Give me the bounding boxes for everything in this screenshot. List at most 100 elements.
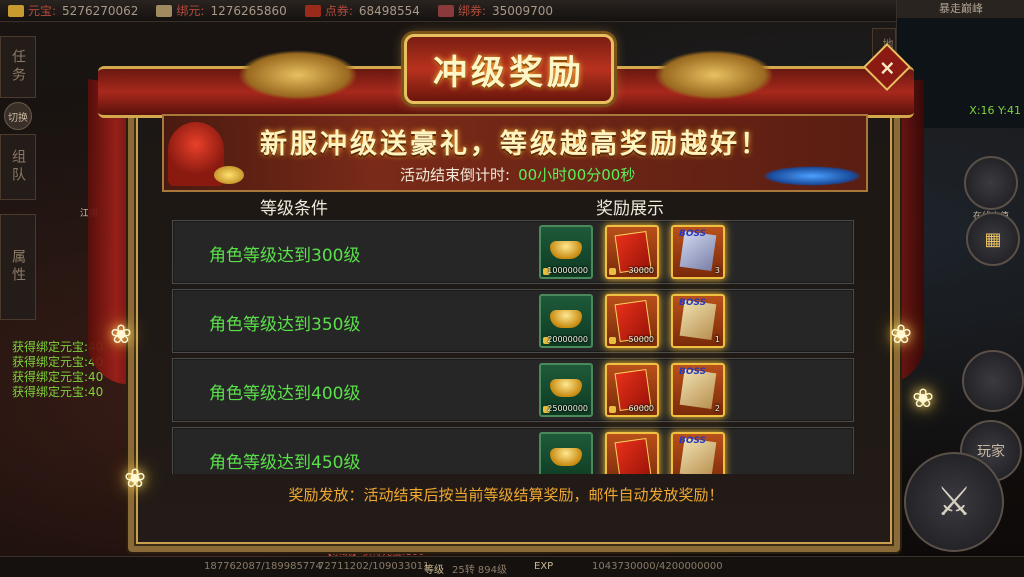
- boss-label: BOSS: [679, 436, 707, 446]
- close-icon: ×: [878, 54, 896, 79]
- hp-value: 187762087/189985774: [204, 561, 322, 572]
- recharge-button[interactable]: 在线充值: [964, 156, 1018, 222]
- gold-ingot-icon: [550, 241, 582, 259]
- lotus-lamp-icon: ❀: [912, 384, 934, 414]
- lotus-lamp-icon: ❀: [110, 320, 132, 350]
- boss-label: BOSS: [679, 229, 707, 239]
- gold-ingot-icon: [550, 379, 582, 397]
- reward-item-gold[interactable]: 10000000: [539, 225, 593, 279]
- points-label: 点券:: [324, 4, 353, 18]
- minimap-coord: X:16 Y:41: [969, 104, 1021, 117]
- gems-icon: [762, 166, 862, 186]
- reward-item-boss[interactable]: BOSS 1: [671, 294, 725, 348]
- reward-items: 10000000 30000 BOSS 3: [539, 225, 725, 279]
- switch-button[interactable]: 切换: [4, 102, 32, 130]
- bang-quan-value: 35009700: [491, 3, 554, 18]
- reward-list[interactable]: 角色等级达到300级 10000000 30000 BOSS 3 角色等级达到35…: [172, 220, 854, 474]
- gold-ingot-icon: [8, 4, 24, 17]
- lotus-lamp-icon: ❀: [890, 320, 912, 350]
- level-value: 25转 894级: [452, 565, 507, 576]
- bound-lock-icon: [609, 337, 616, 344]
- points-value: 68498554: [358, 3, 420, 18]
- reward-item-book[interactable]: 60000: [605, 363, 659, 417]
- bound-lock-icon: [609, 406, 616, 413]
- tab-team[interactable]: 组队: [0, 134, 36, 200]
- column-header-condition: 等级条件: [260, 199, 328, 219]
- level-condition: 角色等级达到400级: [209, 384, 361, 404]
- item-quantity: 30000: [628, 266, 654, 275]
- level-condition: 角色等级达到300级: [209, 246, 361, 266]
- mp-value: 72711202/109033011: [318, 561, 430, 572]
- currency-bar: 元宝: 5276270062 绑元: 1276265860 点券: 684985…: [0, 0, 1024, 22]
- distribution-note: 奖励发放：活动结束后按当前等级结算奖励，邮件自动发放奖励！: [288, 486, 724, 504]
- event-banner: 新服冲级送豪礼，等级越高奖励越好！ 活动结束倒计时: 00小时00分00秒: [162, 114, 868, 192]
- exp-label: EXP: [534, 561, 554, 572]
- reward-item-gold[interactable]: 25000000: [539, 363, 593, 417]
- reward-item-book[interactable]: [605, 432, 659, 474]
- reward-item-book[interactable]: 30000: [605, 225, 659, 279]
- reward-items: 25000000 60000 BOSS 2: [539, 363, 725, 417]
- gold-ingot-icon: [550, 448, 582, 466]
- yuanbao-value: 5276270062: [62, 3, 139, 18]
- sword-icon: ⚔: [936, 479, 972, 525]
- level-condition: 角色等级达到450级: [209, 453, 361, 473]
- yuanbao-currency: 元宝: 5276270062: [8, 2, 138, 19]
- skill-button[interactable]: [962, 350, 1024, 412]
- exp-value: 1043730000/4200000000: [592, 561, 723, 572]
- minimap-title: 暴走巅峰: [897, 0, 1024, 18]
- item-quantity: 3: [714, 266, 720, 275]
- dragon-ornament-left: [238, 50, 358, 100]
- reward-item-book[interactable]: 50000: [605, 294, 659, 348]
- tab-attributes[interactable]: 属性: [0, 214, 36, 320]
- bang-yuan-value: 1276265860: [210, 3, 287, 18]
- reward-row: 角色等级达到300级 10000000 30000 BOSS 3: [172, 220, 854, 284]
- item-quantity: 50000: [628, 335, 654, 344]
- item-quantity: 10000000: [547, 266, 588, 275]
- reward-item-boss[interactable]: BOSS 3: [671, 225, 725, 279]
- yuanbao-label: 元宝:: [28, 4, 57, 18]
- reward-item-boss[interactable]: BOSS: [671, 432, 725, 474]
- bang-yuan-currency: 绑元: 1276265860: [156, 2, 287, 19]
- reward-item-gold[interactable]: 20000000: [539, 294, 593, 348]
- menu-grid-button[interactable]: ▦: [966, 212, 1020, 266]
- bang-quan-currency: 绑券: 35009700: [437, 2, 554, 19]
- item-quantity: 20000000: [547, 335, 588, 344]
- reward-items: BOSS: [539, 432, 725, 474]
- banner-title: 新服冲级送豪礼，等级越高奖励越好！: [260, 129, 770, 160]
- reward-row: 角色等级达到450级 BOSS: [172, 427, 854, 474]
- bound-lock-icon: [609, 268, 616, 275]
- bound-coupon-icon: [437, 4, 454, 17]
- reward-row: 角色等级达到350级 20000000 50000 BOSS 1: [172, 289, 854, 353]
- points-currency: 点券: 68498554: [304, 2, 420, 19]
- countdown-value: 00小时00分00秒: [518, 166, 636, 184]
- boss-label: BOSS: [679, 298, 707, 308]
- column-header-reward: 奖励展示: [596, 199, 664, 219]
- red-book-icon: [614, 437, 652, 474]
- level-label: 等级: [424, 565, 444, 576]
- grid-icon: ▦: [984, 228, 1002, 250]
- item-quantity: 1: [714, 335, 720, 344]
- status-bar: 187762087/189985774 72711202/109033011 等…: [0, 556, 1024, 577]
- reward-item-gold[interactable]: [539, 432, 593, 474]
- countdown-label: 活动结束倒计时:: [400, 166, 511, 184]
- tab-task[interactable]: 任务: [0, 36, 36, 98]
- dragon-ornament-right: [654, 50, 774, 100]
- gold-ingot-icon: [550, 310, 582, 328]
- boss-label: BOSS: [679, 367, 707, 377]
- dialog-title: 冲级奖励: [433, 52, 585, 93]
- bang-quan-label: 绑券:: [457, 4, 486, 18]
- reward-row: 角色等级达到400级 25000000 60000 BOSS 2: [172, 358, 854, 422]
- coins-icon: [214, 166, 244, 184]
- bang-yuan-label: 绑元:: [176, 4, 205, 18]
- bound-ingot-icon: [156, 4, 173, 17]
- reward-item-boss[interactable]: BOSS 2: [671, 363, 725, 417]
- coupon-icon: [304, 4, 321, 17]
- item-quantity: 2: [714, 404, 720, 413]
- item-quantity: 25000000: [547, 404, 588, 413]
- title-plaque: 冲级奖励: [404, 34, 614, 104]
- countdown: 活动结束倒计时: 00小时00分00秒: [400, 164, 635, 185]
- item-quantity: 60000: [628, 404, 654, 413]
- level-reward-dialog: 冲级奖励 × ❀ ❀ ❀ ❀ 新服冲级送豪礼，等级越高奖励越好！ 活动结束倒计时…: [88, 34, 934, 552]
- level-condition: 角色等级达到350级: [209, 315, 361, 335]
- reward-items: 20000000 50000 BOSS 1: [539, 294, 725, 348]
